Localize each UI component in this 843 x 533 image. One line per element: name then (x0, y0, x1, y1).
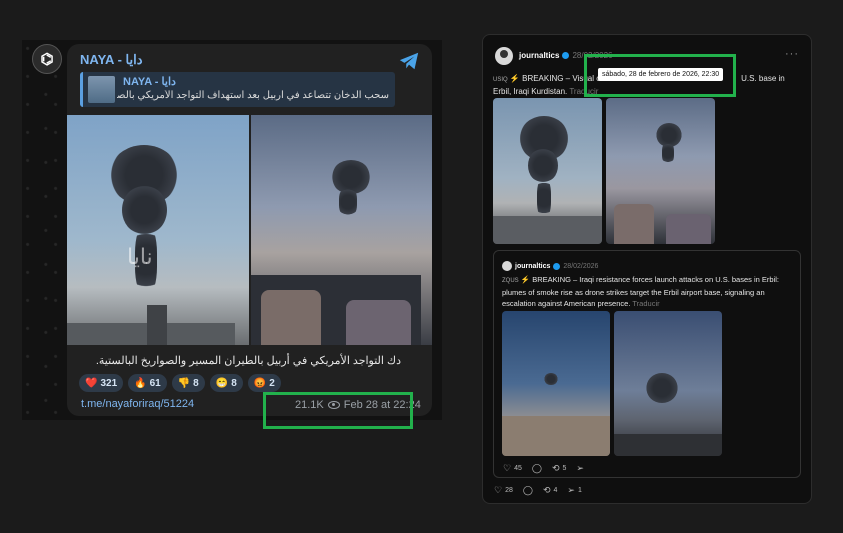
angry-icon: 😡 (253, 377, 267, 389)
reply-preview[interactable]: NAYA - دايا سحب الدخان تتصاعد في أربيل ب… (80, 72, 395, 107)
quoted-media (502, 311, 722, 456)
reaction-thumbs-down[interactable]: 👎 8 (171, 374, 205, 392)
quoted-image-1[interactable] (502, 311, 610, 456)
comment-icon: ◯ (522, 485, 533, 495)
repost-icon: ⟲ (542, 485, 551, 495)
quoted-date[interactable]: 28/02/2026 (563, 263, 598, 270)
quoted-username[interactable]: journaltics (515, 263, 550, 270)
reply-text: سحب الدخان تتصاعد في أربيل بعد استهداف ا… (117, 90, 389, 101)
quoted-actions: ♡ 45 ◯ ⟲ 5 ➢ (503, 463, 584, 474)
quoted-post[interactable]: journaltics 28/02/2026 ZQUS ⚡ BREAKING –… (493, 250, 801, 478)
like-button[interactable]: ♡ 28 (494, 485, 513, 496)
username[interactable]: journaltics (519, 51, 559, 60)
verified-icon (553, 262, 561, 270)
repost-button[interactable]: ⟲ 4 (543, 485, 557, 496)
telegram-message: NAYA - دايا NAYA - دايا سحب الدخان تتصاع… (67, 44, 432, 416)
comment-button[interactable]: ◯ (532, 463, 542, 474)
grin-icon: 😁 (215, 377, 229, 389)
channel-name[interactable]: NAYA - دايا (80, 52, 143, 68)
reply-channel-name: NAYA - دايا (123, 76, 176, 88)
share-button[interactable]: ➢ (576, 463, 584, 474)
media-image-2[interactable] (606, 98, 715, 244)
media-image-1[interactable] (493, 98, 602, 244)
comment-button[interactable]: ◯ (523, 485, 533, 496)
highlight-box-tooltip (584, 54, 736, 97)
post-link[interactable]: t.me/nayaforiraq/51224 (81, 398, 194, 410)
post-media (493, 98, 715, 244)
heart-icon: ❤️ (85, 377, 98, 389)
avatar (502, 261, 512, 271)
like-button[interactable]: ♡ 45 (503, 463, 522, 474)
telegram-plane-icon (399, 52, 419, 70)
telegram-panel: ⌬ NAYA - دايا NAYA - دايا سحب الدخان تتص… (22, 40, 442, 420)
x-post-panel: journaltics 28/02/2026 ··· USIQ ⚡ BREAKI… (482, 34, 812, 504)
quoted-text: ZQUS ⚡ BREAKING – Iraqi resistance force… (502, 275, 779, 308)
thumbs-down-icon: 👎 (177, 377, 191, 389)
reaction-grin[interactable]: 😁 8 (209, 374, 243, 392)
reactions-bar: ❤️ 321 🔥 61 👎 8 😁 8 😡 2 (79, 374, 281, 392)
reaction-angry[interactable]: 😡 2 (247, 374, 281, 392)
comment-icon: ◯ (531, 463, 542, 473)
translate-link[interactable]: Traducir (632, 299, 659, 308)
more-options-icon[interactable]: ··· (785, 48, 799, 60)
message-caption: دك التواجد الأمريكي في أربيل بالطيران ال… (95, 355, 401, 367)
reaction-heart[interactable]: ❤️ 321 (79, 374, 124, 392)
heart-icon: ♡ (494, 485, 503, 495)
quoted-image-2[interactable] (614, 311, 722, 456)
heart-icon: ♡ (503, 463, 512, 473)
post-actions: ♡ 28 ◯ ⟲ 4 ➢ 1 (494, 485, 582, 496)
share-button[interactable]: ➢ 1 (567, 485, 581, 496)
repost-icon: ⟲ (551, 463, 560, 473)
share-icon: ➢ (567, 485, 575, 495)
avatar[interactable] (495, 47, 513, 65)
quoted-post-header: journaltics 28/02/2026 (502, 261, 598, 271)
highlight-box-timestamp (263, 392, 413, 429)
reaction-fire[interactable]: 🔥 61 (128, 374, 167, 392)
fire-icon: 🔥 (134, 377, 147, 389)
channel-avatar[interactable]: ⌬ (32, 44, 62, 74)
share-icon: ➢ (576, 463, 584, 473)
media-album: نايا (67, 115, 432, 345)
reply-thumbnail (88, 76, 115, 103)
smoke-photo-left[interactable]: نايا (67, 115, 249, 345)
smoke-photo-right[interactable] (250, 115, 432, 345)
verified-icon (562, 52, 570, 59)
repost-button[interactable]: ⟲ 5 (552, 463, 566, 474)
naya-watermark: نايا (127, 245, 153, 270)
